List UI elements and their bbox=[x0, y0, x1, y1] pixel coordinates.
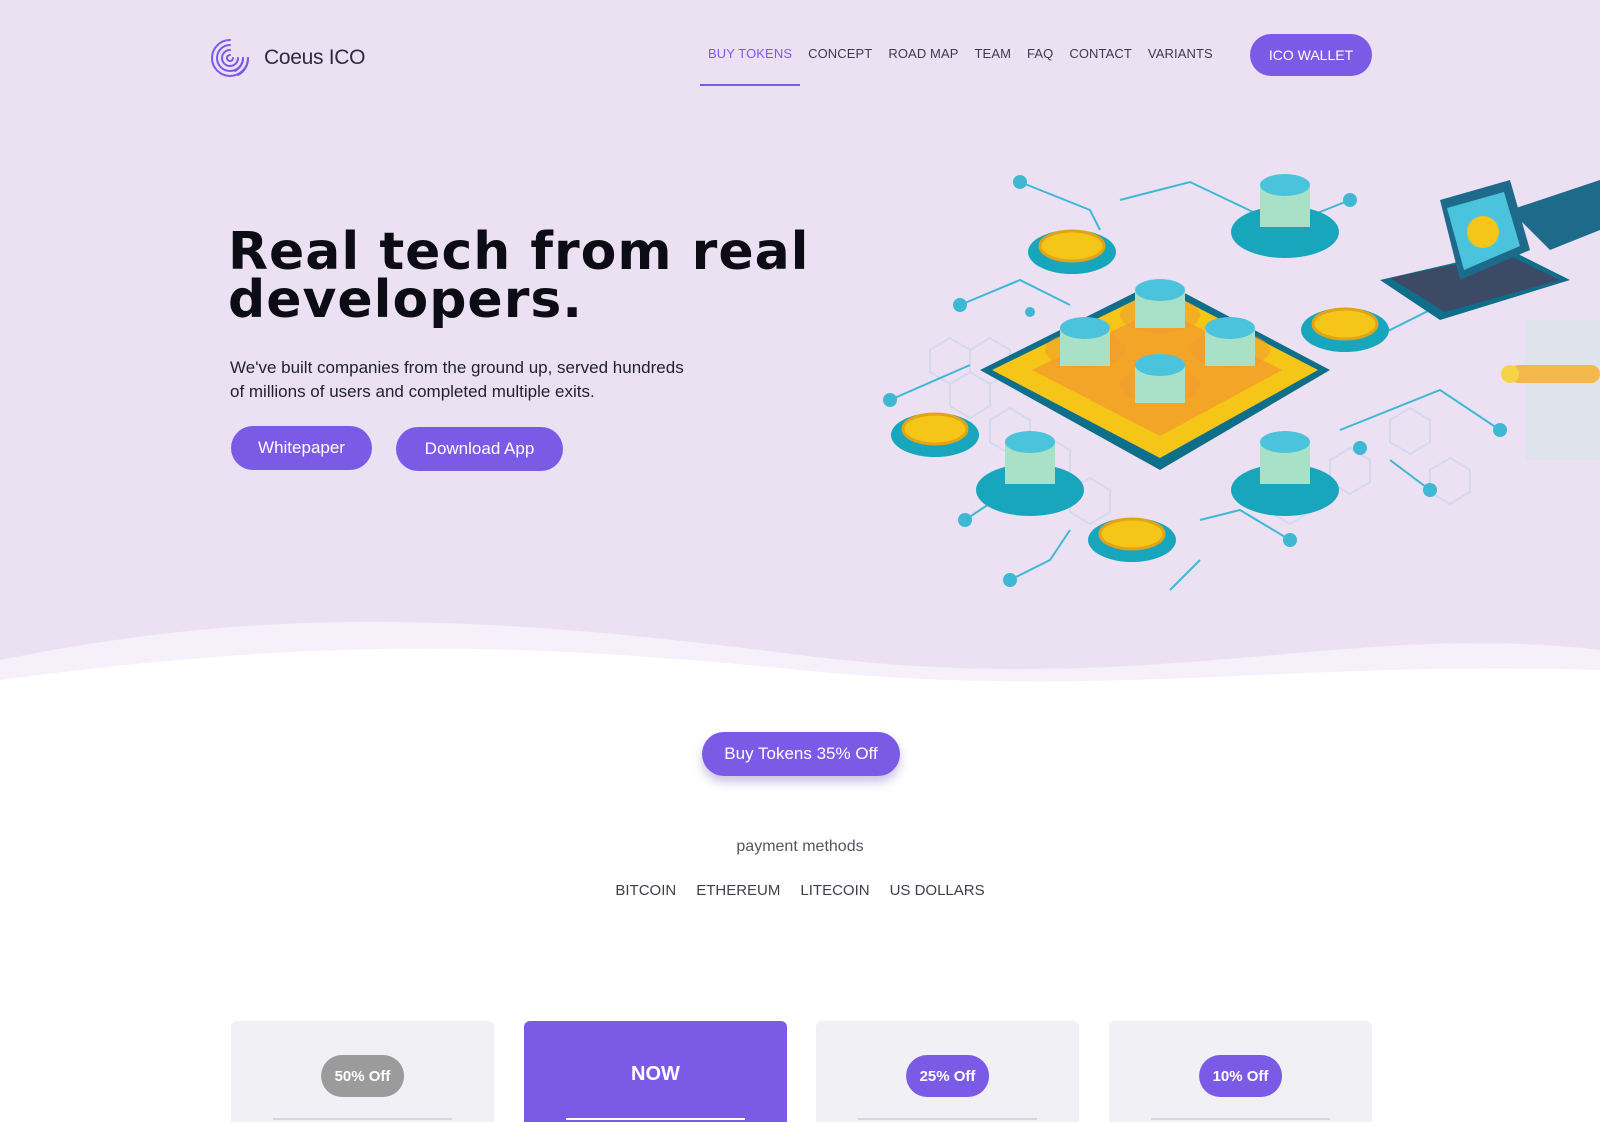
discount-badge: 50% Off bbox=[320, 1055, 405, 1097]
payment-method-litecoin[interactable]: LITECOIN bbox=[800, 882, 869, 899]
price-card-25: 25% Off bbox=[816, 1021, 1079, 1122]
nav-item-team[interactable]: TEAM bbox=[967, 46, 1020, 86]
logo-text: Coeus ICO bbox=[264, 46, 366, 69]
logo[interactable]: Coeus ICO bbox=[208, 36, 365, 80]
payment-method-ethereum[interactable]: ETHEREUM bbox=[696, 882, 780, 899]
nav-item-contact[interactable]: CONTACT bbox=[1061, 46, 1140, 86]
nav-item-concept[interactable]: CONCEPT bbox=[800, 46, 880, 86]
nav-item-road-map[interactable]: ROAD MAP bbox=[880, 46, 966, 86]
ico-wallet-button[interactable]: ICO WALLET bbox=[1250, 34, 1372, 76]
hero-headline-line-2: developers. bbox=[228, 270, 584, 330]
discount-badge: 10% Off bbox=[1198, 1055, 1283, 1097]
now-label: NOW bbox=[631, 1063, 680, 1085]
download-app-button[interactable]: Download App bbox=[396, 427, 563, 471]
card-divider bbox=[858, 1118, 1037, 1120]
price-card-now: NOW bbox=[524, 1021, 787, 1122]
card-divider bbox=[273, 1118, 452, 1120]
hero-wave-divider bbox=[0, 621, 1600, 700]
hero-subtext: We've built companies from the ground up… bbox=[230, 356, 750, 404]
main-nav: BUY TOKENS CONCEPT ROAD MAP TEAM FAQ CON… bbox=[700, 46, 1221, 86]
hero-subtext-line-1: We've built companies from the ground up… bbox=[230, 358, 684, 377]
discount-badge: 25% Off bbox=[905, 1055, 990, 1097]
blockchain-illustration bbox=[883, 174, 1600, 591]
card-divider bbox=[566, 1118, 745, 1120]
hero-headline: Real tech from real developers. bbox=[228, 226, 828, 326]
nav-item-faq[interactable]: FAQ bbox=[1019, 46, 1061, 86]
payment-methods-title: payment methods bbox=[736, 838, 864, 855]
payment-method-bitcoin[interactable]: BITCOIN bbox=[615, 882, 676, 899]
fingerprint-icon bbox=[211, 39, 249, 77]
whitepaper-button[interactable]: Whitepaper bbox=[231, 426, 372, 470]
buy-tokens-button[interactable]: Buy Tokens 35% Off bbox=[702, 732, 900, 776]
payment-method-us-dollars[interactable]: US DOLLARS bbox=[890, 882, 985, 899]
price-card-50: 50% Off bbox=[231, 1021, 494, 1122]
hero-section: Coeus ICO BUY TOKENS CONCEPT ROAD MAP TE… bbox=[0, 0, 1600, 700]
nav-item-buy-tokens[interactable]: BUY TOKENS bbox=[700, 46, 801, 86]
nav-item-variants[interactable]: VARIANTS bbox=[1140, 46, 1221, 86]
hero-subtext-line-2: of millions of users and completed multi… bbox=[230, 382, 595, 401]
price-card-10: 10% Off bbox=[1109, 1021, 1372, 1122]
card-divider bbox=[1151, 1118, 1330, 1120]
payment-methods-list: BITCOIN ETHEREUM LITECOIN US DOLLARS bbox=[0, 882, 1600, 899]
